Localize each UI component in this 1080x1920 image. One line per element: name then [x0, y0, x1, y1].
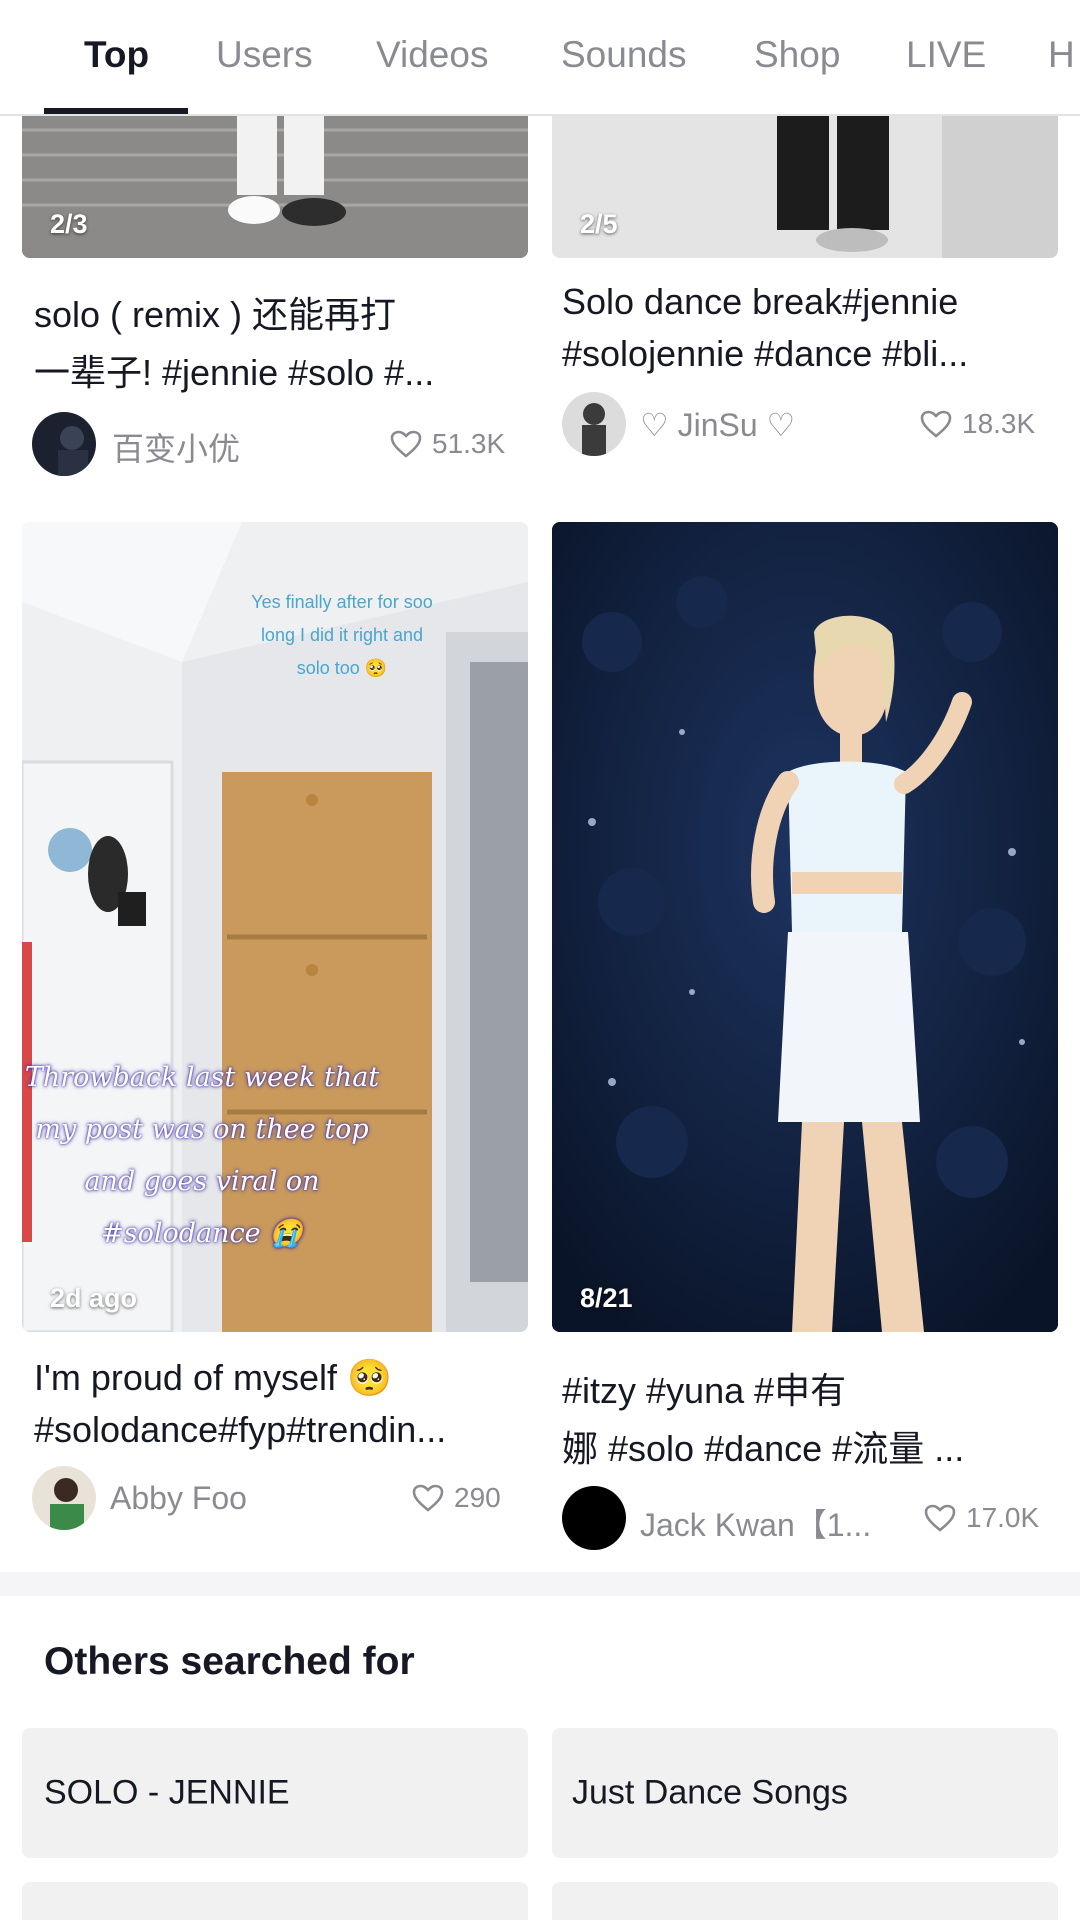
related-search-chip[interactable]: SOLO - JENNIE	[22, 1728, 528, 1858]
post-age-badge: 2d ago	[50, 1283, 138, 1313]
section-divider	[0, 1572, 1080, 1596]
author-name[interactable]: Abby Foo	[110, 1480, 247, 1517]
caption-line: 娜 #solo #dance #流量 ...	[562, 1428, 965, 1469]
tab-shop[interactable]: Shop	[754, 34, 840, 76]
active-tab-indicator	[44, 108, 188, 114]
video-thumbnail[interactable]: 2/3	[22, 100, 528, 258]
caption-line: #solojennie #dance #bli...	[562, 333, 969, 374]
overlay-line: and goes viral on	[84, 1166, 320, 1197]
caption-line: I'm proud of myself 🥺	[34, 1357, 392, 1398]
like-count-value: 17.0K	[966, 1502, 1040, 1533]
caption-line: #itzy #yuna #申有	[562, 1370, 847, 1411]
thumbnail-image	[22, 100, 528, 258]
related-search-chip[interactable]	[552, 1882, 1058, 1920]
tab-users[interactable]: Users	[216, 34, 313, 76]
overlay-line: long I did it right and	[260, 625, 424, 645]
heart-outline-icon	[920, 410, 952, 438]
related-search-label: Just Dance Songs	[572, 1773, 848, 1812]
slide-count-badge: 2/5	[580, 209, 618, 239]
heart-outline-icon	[390, 430, 422, 458]
video-thumbnail[interactable]: 2/5	[552, 100, 1058, 258]
caption-line: 一辈子! #jennie #solo #...	[34, 352, 435, 393]
search-tab-bar: Top Users Videos Sounds Shop LIVE H	[0, 0, 1080, 116]
like-count: 18.3K	[920, 408, 1035, 440]
overlay-line: #solodance 😭	[101, 1218, 303, 1249]
related-search-chip[interactable]: Just Dance Songs	[552, 1728, 1058, 1858]
like-count: 17.0K	[924, 1502, 1039, 1534]
video-caption[interactable]: solo ( remix ) 还能再打 一辈子! #jennie #solo #…	[34, 286, 514, 402]
overlay-line: Throwback last week that	[24, 1062, 380, 1093]
like-count-value: 18.3K	[962, 408, 1036, 439]
video-thumbnail[interactable]: Yes finally after for soo long I did it …	[22, 522, 528, 1332]
tab-top[interactable]: Top	[84, 34, 149, 76]
author-name[interactable]: Jack Kwan【1...	[640, 1500, 871, 1546]
heart-outline-icon	[924, 1504, 956, 1532]
tab-hashtags[interactable]: H	[1048, 34, 1075, 76]
overlay-line: Yes finally after for soo	[251, 592, 433, 612]
related-search-label: SOLO - JENNIE	[44, 1773, 290, 1812]
related-search-chip[interactable]	[22, 1882, 528, 1920]
author-name[interactable]: ♡ JinSu ♡	[640, 406, 795, 444]
like-count: 51.3K	[390, 428, 505, 460]
avatar[interactable]	[32, 412, 96, 476]
author-name[interactable]: 百变小优	[112, 424, 240, 470]
video-thumbnail[interactable]: 8/21	[552, 522, 1058, 1332]
avatar[interactable]	[32, 1466, 96, 1530]
tab-sounds[interactable]: Sounds	[561, 34, 687, 76]
overlay-text-script: Throwback last week that my post was on …	[22, 1052, 382, 1260]
like-count-value: 51.3K	[432, 428, 506, 459]
like-count: 290	[412, 1482, 501, 1514]
caption-line: Solo dance break#jennie	[562, 281, 959, 322]
caption-line: #solodance#fyp#trendin...	[34, 1409, 447, 1450]
like-count-value: 290	[454, 1482, 501, 1513]
slide-count-badge: 2/3	[50, 209, 88, 239]
slide-count-badge: 8/21	[580, 1283, 633, 1313]
video-caption[interactable]: Solo dance break#jennie #solojennie #dan…	[562, 276, 1042, 380]
video-caption[interactable]: #itzy #yuna #申有 娜 #solo #dance #流量 ...	[562, 1362, 1042, 1478]
heart-outline-icon	[412, 1484, 444, 1512]
overlay-line: solo too 🥺	[296, 658, 388, 678]
tab-live[interactable]: LIVE	[906, 34, 986, 76]
overlay-text-top: Yes finally after for soo long I did it …	[192, 586, 492, 685]
thumbnail-image	[552, 100, 1058, 258]
video-caption[interactable]: I'm proud of myself 🥺 #solodance#fyp#tre…	[34, 1352, 514, 1456]
caption-line: solo ( remix ) 还能再打	[34, 294, 397, 335]
overlay-line: my post was on thee top	[35, 1114, 369, 1145]
tab-videos[interactable]: Videos	[376, 34, 488, 76]
avatar[interactable]	[562, 392, 626, 456]
avatar[interactable]	[562, 1486, 626, 1550]
others-searched-title: Others searched for	[44, 1640, 415, 1683]
thumbnail-image	[552, 522, 1058, 1332]
